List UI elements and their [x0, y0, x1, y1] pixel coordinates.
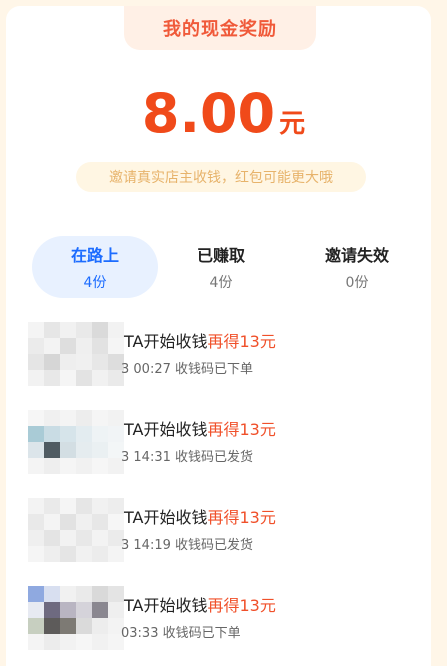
item-title-prefix: TA开始收钱	[124, 508, 208, 527]
item-title-reward: 再得13元	[207, 332, 276, 351]
item-title-reward: 再得13元	[207, 508, 276, 527]
list-item[interactable]: TA开始收钱再得13元 3 00:27 收钱码已下单	[0, 318, 447, 390]
list-item[interactable]: TA开始收钱再得13元 3 14:31 收钱码已发货	[0, 406, 447, 478]
item-subtitle: 03:33 收钱码已下单	[121, 626, 241, 641]
avatar	[28, 322, 124, 386]
page-title: 我的现金奖励	[124, 6, 316, 50]
tab-on-the-way[interactable]: 在路上 4份	[32, 236, 158, 298]
item-subtitle: 3 00:27 收钱码已下单	[121, 362, 253, 377]
tab-label: 在路上	[70, 246, 119, 265]
item-title-prefix: TA开始收钱	[124, 596, 208, 615]
amount-value: 8.00	[141, 82, 276, 145]
status-tabs: 在路上 4份 已赚取 4份 邀请失效 0份	[26, 236, 434, 298]
avatar	[28, 498, 124, 562]
item-subtitle: 3 14:31 收钱码已发货	[121, 450, 253, 465]
item-title: TA开始收钱再得13元	[124, 592, 276, 616]
item-title-reward: 再得13元	[207, 420, 276, 439]
tab-invite-invalid[interactable]: 邀请失效 0份	[294, 236, 420, 298]
tab-count: 4份	[209, 275, 233, 291]
item-title: TA开始收钱再得13元	[124, 504, 276, 528]
list-item[interactable]: TA开始收钱再得13元 3 14:19 收钱码已发货	[0, 494, 447, 566]
item-title-reward: 再得13元	[207, 596, 276, 615]
tab-earned[interactable]: 已赚取 4份	[164, 236, 278, 298]
item-title-prefix: TA开始收钱	[124, 332, 208, 351]
list-item[interactable]: TA开始收钱再得13元 03:33 收钱码已下单	[0, 582, 447, 654]
amount-unit: 元	[279, 109, 306, 139]
avatar	[28, 586, 124, 650]
amount-display: 8.00 元	[0, 82, 447, 145]
tab-count: 4份	[83, 275, 107, 291]
tab-label: 已赚取	[196, 246, 245, 265]
invite-hint: 邀请真实店主收钱，红包可能更大哦	[76, 162, 366, 192]
item-title: TA开始收钱再得13元	[124, 416, 276, 440]
item-title: TA开始收钱再得13元	[124, 328, 276, 352]
item-subtitle: 3 14:19 收钱码已发货	[121, 538, 253, 553]
tab-count: 0份	[345, 275, 369, 291]
tab-label: 邀请失效	[324, 246, 389, 265]
avatar	[28, 410, 124, 474]
item-title-prefix: TA开始收钱	[124, 420, 208, 439]
